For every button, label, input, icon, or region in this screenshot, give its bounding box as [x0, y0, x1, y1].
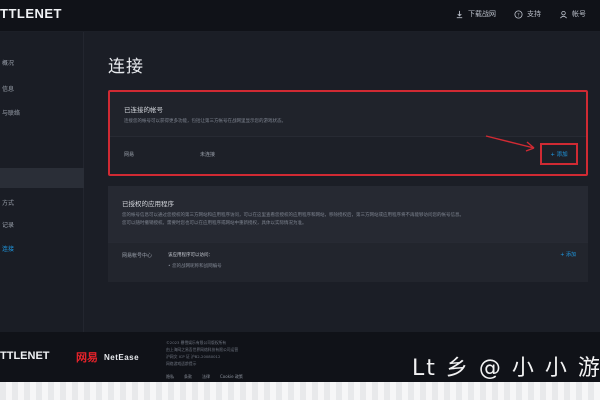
footer-line-2: 由上海网之易吾世界网络科技有限公司运营 [166, 347, 239, 352]
download-label: 下载战网 [468, 10, 496, 18]
netease-row-label: 网易 [124, 152, 135, 158]
authorized-apps-title: 已授权的应用程序 [122, 200, 174, 208]
connected-accounts-card: 已连接的帐号 连接您的帐号可以获得更多功能，包括让第三方帐号在战网里显示您的游戏… [108, 90, 588, 176]
add-connection-button[interactable]: + 添加 [540, 143, 578, 165]
footer-link-privacy[interactable]: 隐私 [166, 374, 174, 380]
download-icon [456, 10, 463, 18]
main-content: 连接 已连接的帐号 连接您的帐号可以获得更多功能，包括让第三方帐号在战网里显示您… [84, 32, 600, 332]
sidebar-item-overview[interactable]: 概况 [0, 58, 14, 70]
authorized-app-access-label: 该应用程序可以访问： [168, 253, 213, 258]
authorized-app-label: 网易帐号中心 [122, 253, 153, 259]
netease-logo-en: NetEase [104, 352, 140, 362]
footer-link-legal[interactable]: 法律 [202, 374, 210, 380]
authorized-apps-description-1: 您的帐号信息可以通过您授权的第三方网站和应用程序访问，可以在这里查看您授权的应用… [122, 213, 464, 218]
netease-logo-cn: 网易 [76, 351, 98, 364]
connected-accounts-description: 连接您的帐号可以获得更多功能，包括让第三方帐号在战网里显示您的游戏状态。 [124, 119, 286, 124]
download-button[interactable]: 下载战网 [455, 9, 496, 19]
sidebar-item-connections[interactable]: 连接 [0, 244, 14, 256]
authorized-app-access-item: • 您的战网昵称和战网编号 [168, 264, 222, 269]
help-icon: ? [514, 9, 523, 19]
authorized-app-add-button[interactable]: + 添加 [560, 251, 576, 258]
page-title: 连接 [108, 57, 144, 77]
sidebar-item-contact[interactable]: 与联络 [0, 108, 20, 120]
top-bar: TTLENET 下载战网 ? 支持 帐号 [0, 0, 600, 32]
account-button[interactable]: 帐号 [559, 9, 586, 19]
sidebar: 概况 信息 与联络 方式 记录 连接 [0, 32, 84, 332]
connected-accounts-title: 已连接的帐号 [124, 106, 163, 114]
footer-link-cookie[interactable]: Cookie 政策 [220, 374, 243, 380]
sidebar-item-payment[interactable]: 方式 [0, 198, 14, 210]
footer-line-3: 沪网文 ICP 证 沪B2-20080012 [166, 354, 221, 359]
authorized-apps-card: 已授权的应用程序 您的帐号信息可以通过您授权的第三方网站和应用程序访问，可以在这… [108, 186, 588, 282]
authorized-apps-description-2: 您可以随时撤销授权。需要时您也可以在应用程序或网站中重新授权，具体以实际情况为准… [122, 221, 307, 226]
account-label: 帐号 [572, 10, 586, 18]
sidebar-item-info[interactable]: 信息 [0, 84, 14, 96]
netease-connection-row: 网易 未连接 + 添加 [110, 136, 586, 174]
footer-links: 隐私 条款 法律 Cookie 政策 [166, 374, 243, 380]
sidebar-highlight [0, 168, 84, 188]
support-label: 支持 [527, 10, 541, 18]
bottom-stripe [0, 382, 600, 400]
authorized-app-row: 网易帐号中心 该应用程序可以访问： • 您的战网昵称和战网编号 + 添加 [108, 242, 588, 282]
support-button[interactable]: ? 支持 [514, 9, 541, 19]
footer-battlenet-logo: TTLENET [0, 350, 50, 362]
netease-logo: 网易 NetEase [76, 349, 139, 365]
footer-line-1: ©2023 暴雪娱乐有限公司版权所有 [166, 340, 227, 345]
watermark: Lt 乡 @ 小 小 游 [412, 356, 600, 381]
top-actions: 下载战网 ? 支持 帐号 [455, 9, 586, 19]
sidebar-item-history[interactable]: 记录 [0, 220, 14, 232]
footer-link-terms[interactable]: 条款 [184, 374, 192, 380]
footer-line-4: 网络游戏适龄提示 [166, 361, 197, 366]
battlenet-logo[interactable]: TTLENET [0, 6, 62, 21]
user-icon [560, 10, 567, 18]
netease-row-status: 未连接 [200, 152, 216, 158]
